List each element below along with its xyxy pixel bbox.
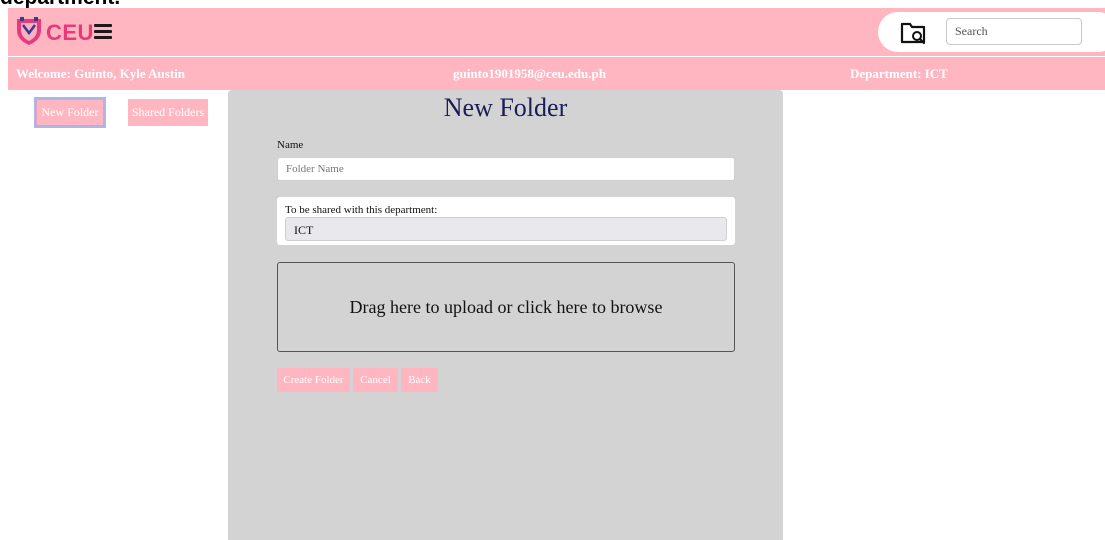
hamburger-menu-icon[interactable] xyxy=(94,24,112,40)
folder-search-icon[interactable] xyxy=(900,20,928,46)
name-label: Name xyxy=(277,139,304,151)
create-folder-button[interactable]: Create Folder xyxy=(277,368,350,392)
user-email: guinto1901958@ceu.edu.ph xyxy=(453,66,606,81)
page-heading-fragment: department. xyxy=(0,0,120,8)
ceu-logo[interactable]: CEU xyxy=(14,16,94,48)
upload-dropzone[interactable]: Drag here to upload or click here to bro… xyxy=(277,262,735,352)
search-container xyxy=(878,12,1105,52)
welcome-text: Welcome: Guinto, Kyle Austin xyxy=(16,66,185,81)
page-title: New Folder xyxy=(443,93,568,122)
share-department-label: To be shared with this department: xyxy=(285,204,438,216)
ceu-shield-logo-icon xyxy=(17,17,41,45)
dropzone-text: Drag here to upload or click here to bro… xyxy=(349,297,663,317)
user-department: Department: ICT xyxy=(850,66,948,81)
share-department-field[interactable]: ICT xyxy=(285,217,727,241)
logo-text: CEU xyxy=(46,20,94,45)
shared-folders-button[interactable]: Shared Folders xyxy=(128,99,208,126)
share-department-box: To be shared with this department: ICT xyxy=(277,197,735,245)
back-button[interactable]: Back xyxy=(401,368,438,392)
new-folder-panel: New Folder Name To be shared with this d… xyxy=(228,90,783,540)
folder-name-input[interactable] xyxy=(277,157,735,181)
search-input[interactable] xyxy=(946,18,1082,45)
new-folder-button[interactable]: New Folder xyxy=(34,97,106,128)
cancel-button[interactable]: Cancel xyxy=(353,368,398,392)
user-info-bar: Welcome: Guinto, Kyle Austin guinto19019… xyxy=(8,57,1105,90)
top-header: CEU xyxy=(8,8,1105,56)
